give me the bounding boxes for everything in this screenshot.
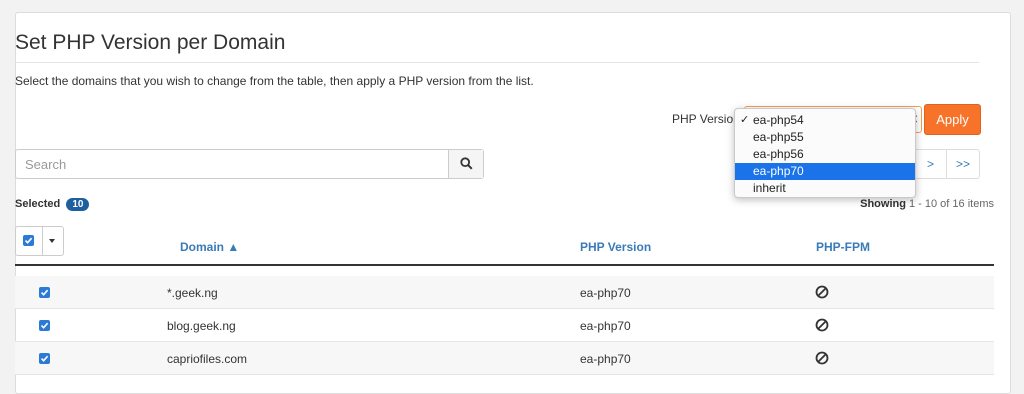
- bulk-divider: [42, 227, 43, 255]
- search-input[interactable]: [16, 150, 448, 178]
- option-ea-php56[interactable]: ea-php56: [735, 146, 915, 163]
- option-inherit[interactable]: inherit: [735, 180, 915, 197]
- option-label: ea-php54: [753, 113, 804, 127]
- search-bar: [15, 149, 484, 179]
- last-page-button[interactable]: >>: [947, 149, 980, 179]
- page-description: Select the domains that you wish to chan…: [15, 74, 534, 88]
- caret-down-icon[interactable]: [49, 239, 55, 243]
- row-checkbox[interactable]: [39, 320, 50, 331]
- bulk-select-control[interactable]: [15, 226, 64, 256]
- select-all-checkbox[interactable]: [23, 235, 34, 246]
- disabled-icon: [815, 351, 829, 365]
- column-header-domain[interactable]: Domain ▲: [180, 240, 239, 254]
- domain-cell: *.geek.ng: [167, 286, 218, 300]
- table-header-divider: [15, 264, 994, 266]
- domain-cell: capriofiles.com: [167, 352, 248, 366]
- option-label: ea-php56: [753, 147, 804, 161]
- selected-count-badge: 10: [66, 198, 90, 211]
- pagination: > >>: [914, 149, 980, 179]
- table-row: *.geek.ng ea-php70: [15, 276, 994, 309]
- selected-summary: Selected 10: [15, 198, 90, 211]
- option-ea-php70[interactable]: ea-php70: [735, 163, 915, 180]
- option-ea-php54[interactable]: ✓ ea-php54: [735, 112, 915, 129]
- php-version-cell: ea-php70: [580, 352, 631, 366]
- check-icon: [40, 355, 49, 362]
- apply-button[interactable]: Apply: [924, 104, 981, 135]
- row-checkbox[interactable]: [39, 353, 50, 364]
- table-row: capriofiles.com ea-php70: [15, 342, 994, 375]
- showing-label: Showing: [860, 198, 906, 210]
- disabled-icon: [815, 318, 829, 332]
- search-button[interactable]: [448, 150, 483, 178]
- php-version-cell: ea-php70: [580, 319, 631, 333]
- page-title: Set PHP Version per Domain: [15, 31, 286, 54]
- domain-cell: blog.geek.ng: [167, 319, 236, 333]
- option-ea-php55[interactable]: ea-php55: [735, 129, 915, 146]
- check-icon: [40, 322, 49, 329]
- selected-label: Selected: [15, 198, 61, 210]
- php-version-dropdown: ✓ ea-php54 ea-php55 ea-php56 ea-php70 in…: [734, 108, 916, 198]
- table-row: blog.geek.ng ea-php70: [15, 309, 994, 342]
- column-header-php-fpm[interactable]: PHP-FPM: [816, 240, 870, 254]
- disabled-icon: [815, 285, 829, 299]
- next-page-button[interactable]: >: [914, 149, 947, 179]
- php-version-label: PHP Version: [672, 112, 740, 126]
- showing-range: 1 - 10 of 16 items: [909, 198, 994, 210]
- checkmark-icon: ✓: [740, 114, 750, 126]
- row-checkbox[interactable]: [39, 287, 50, 298]
- php-version-cell: ea-php70: [580, 286, 631, 300]
- option-label: ea-php70: [753, 164, 804, 178]
- search-icon: [460, 157, 473, 170]
- option-label: ea-php55: [753, 130, 804, 144]
- check-icon: [40, 289, 49, 296]
- check-icon: [24, 237, 33, 244]
- showing-summary: Showing 1 - 10 of 16 items: [860, 198, 994, 210]
- option-label: inherit: [753, 181, 786, 195]
- column-header-php-version[interactable]: PHP Version: [580, 240, 651, 254]
- title-divider: [15, 62, 979, 63]
